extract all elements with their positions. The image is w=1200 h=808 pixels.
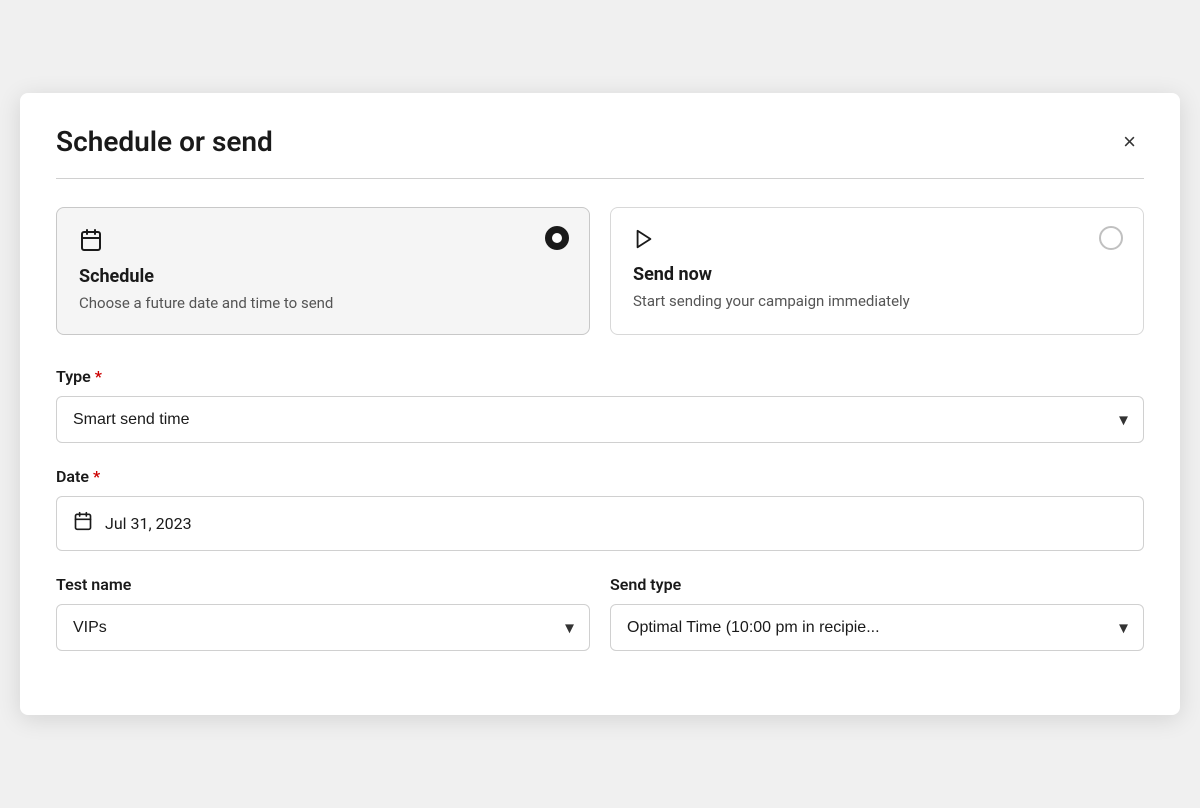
send-now-radio[interactable] [1099,226,1123,250]
send-now-option-title: Send now [633,264,1121,285]
test-name-field-label: Test name [56,575,590,594]
send-now-option-card[interactable]: Send now Start sending your campaign imm… [610,207,1144,335]
modal-title: Schedule or send [56,125,273,158]
modal-header: Schedule or send × [56,125,1144,158]
bottom-fields-row: Test name VIPs All Subscribers New Users… [56,575,1144,651]
close-button[interactable]: × [1115,127,1144,157]
type-select[interactable]: Smart send time Regular send Scheduled [56,396,1144,443]
schedule-icon [79,247,103,266]
date-value: Jul 31, 2023 [105,514,192,533]
type-select-wrapper: Smart send time Regular send Scheduled ▾ [56,396,1144,443]
date-input[interactable]: Jul 31, 2023 [56,496,1144,551]
header-divider [56,178,1144,179]
type-field-label: Type * [56,367,1144,386]
type-required-star: * [95,367,102,386]
send-now-icon [633,245,655,264]
type-field-section: Type * Smart send time Regular send Sche… [56,367,1144,443]
date-field-section: Date * Jul 31, 2023 [56,467,1144,551]
send-now-option-desc: Start sending your campaign immediately [633,291,1121,312]
schedule-radio[interactable] [545,226,569,250]
date-required-star: * [93,467,100,486]
options-row: Schedule Choose a future date and time t… [56,207,1144,335]
schedule-option-desc: Choose a future date and time to send [79,293,567,314]
schedule-option-title: Schedule [79,266,567,287]
test-name-select[interactable]: VIPs All Subscribers New Users [56,604,590,651]
date-field-label: Date * [56,467,1144,486]
test-name-field-section: Test name VIPs All Subscribers New Users… [56,575,590,651]
send-type-field-label: Send type [610,575,1144,594]
send-type-field-section: Send type Optimal Time (10:00 pm in reci… [610,575,1144,651]
schedule-option-card[interactable]: Schedule Choose a future date and time t… [56,207,590,335]
send-type-select[interactable]: Optimal Time (10:00 pm in recipie... Fix… [610,604,1144,651]
calendar-icon [73,511,93,536]
test-name-select-wrapper: VIPs All Subscribers New Users ▾ [56,604,590,651]
schedule-or-send-modal: Schedule or send × Schedule Choose a fut… [20,93,1180,715]
send-type-select-wrapper: Optimal Time (10:00 pm in recipie... Fix… [610,604,1144,651]
